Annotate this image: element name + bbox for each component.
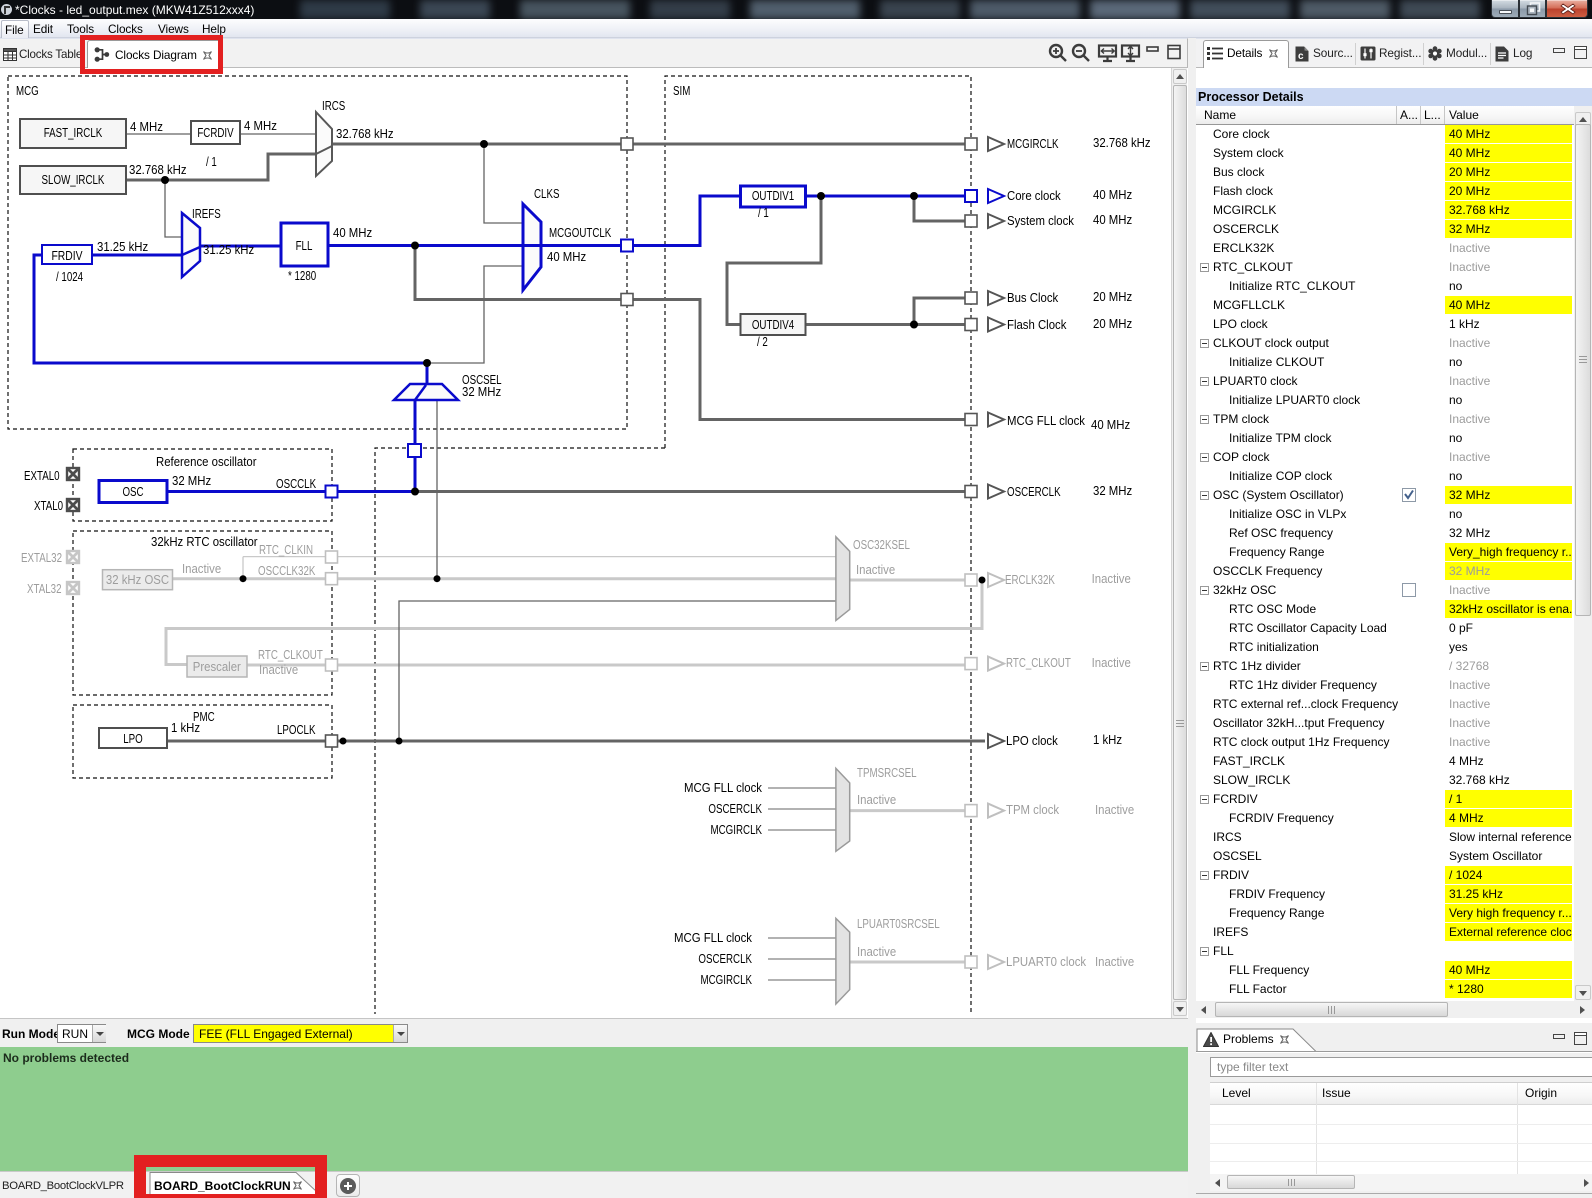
svg-text:32kHz RTC oscillator: 32kHz RTC oscillator	[151, 535, 258, 549]
svg-text:ERCLK32K: ERCLK32K	[1005, 573, 1055, 587]
svg-text:IRCS: IRCS	[322, 99, 345, 113]
svg-text:/ 1: / 1	[206, 155, 217, 169]
svg-text:SLOW_IRCLK: SLOW_IRCLK	[42, 173, 105, 187]
svg-text:LPUART0 clock: LPUART0 clock	[1006, 955, 1087, 969]
svg-text:Inactive: Inactive	[1092, 572, 1131, 586]
svg-text:OSCERCLK: OSCERCLK	[708, 802, 762, 816]
svg-text:EXTAL32: EXTAL32	[21, 551, 62, 565]
svg-text:LPOCLK: LPOCLK	[277, 723, 316, 737]
svg-text:20 MHz: 20 MHz	[1093, 317, 1132, 331]
svg-text:Inactive: Inactive	[182, 562, 221, 576]
svg-text:32 MHz: 32 MHz	[1093, 484, 1132, 498]
svg-text:32 MHz: 32 MHz	[172, 474, 211, 488]
svg-text:32.768 kHz: 32.768 kHz	[129, 163, 187, 177]
svg-text:MCG FLL clock: MCG FLL clock	[684, 781, 763, 795]
svg-text:OSCERCLK: OSCERCLK	[1007, 485, 1061, 499]
svg-text:OSCCLK: OSCCLK	[276, 477, 317, 491]
svg-text:40 MHz: 40 MHz	[547, 250, 586, 264]
svg-text:OSCCLK32K: OSCCLK32K	[258, 564, 316, 578]
svg-text:TPMSRCSEL: TPMSRCSEL	[857, 766, 917, 780]
svg-text:XTAL0: XTAL0	[34, 499, 63, 513]
svg-text:FRDIV: FRDIV	[52, 249, 84, 263]
svg-text:MCGIRCLK: MCGIRCLK	[711, 823, 763, 837]
svg-text:CLKS: CLKS	[534, 187, 560, 201]
svg-text:40 MHz: 40 MHz	[333, 226, 372, 240]
svg-text:32 kHz OSC: 32 kHz OSC	[106, 573, 169, 587]
svg-text:Core clock: Core clock	[1007, 189, 1061, 203]
svg-text:OUTDIV4: OUTDIV4	[752, 318, 794, 332]
svg-text:MCGOUTCLK: MCGOUTCLK	[549, 226, 612, 240]
svg-text:/ 1: / 1	[758, 206, 769, 220]
svg-text:Reference oscillator: Reference oscillator	[156, 455, 257, 469]
svg-text:Inactive: Inactive	[857, 945, 896, 959]
svg-text:OSC32KSEL: OSC32KSEL	[853, 538, 910, 552]
svg-text:RTC_CLKOUT: RTC_CLKOUT	[258, 648, 323, 662]
svg-text:System clock: System clock	[1007, 214, 1075, 228]
svg-text:OUTDIV1: OUTDIV1	[752, 189, 794, 203]
svg-text:EXTAL0: EXTAL0	[24, 469, 60, 483]
svg-text:RTC_CLKIN: RTC_CLKIN	[259, 543, 313, 557]
svg-text:31.25 kHz: 31.25 kHz	[97, 240, 148, 254]
svg-text:IREFS: IREFS	[192, 207, 221, 221]
svg-text:MCG FLL clock: MCG FLL clock	[674, 931, 753, 945]
svg-text:32.768 kHz: 32.768 kHz	[336, 127, 394, 141]
svg-text:1 kHz: 1 kHz	[1093, 733, 1122, 747]
svg-text:c: c	[1298, 51, 1304, 62]
svg-text:LPO clock: LPO clock	[1006, 734, 1058, 748]
svg-text:Inactive: Inactive	[1095, 955, 1134, 969]
svg-text:MCG FLL clock: MCG FLL clock	[1007, 414, 1086, 428]
svg-text:LPO: LPO	[123, 732, 143, 746]
svg-text:Inactive: Inactive	[1095, 803, 1134, 817]
svg-text:/ 2: / 2	[757, 335, 768, 349]
svg-text:40 MHz: 40 MHz	[1093, 213, 1132, 227]
svg-text:Bus Clock: Bus Clock	[1007, 291, 1059, 305]
svg-text:TPM clock: TPM clock	[1006, 803, 1060, 817]
svg-text:MCG: MCG	[16, 84, 39, 98]
svg-text:RTC_CLKOUT: RTC_CLKOUT	[1006, 656, 1071, 670]
svg-text:32 MHz: 32 MHz	[462, 385, 501, 399]
svg-text:SIM: SIM	[673, 84, 690, 98]
svg-text:FLL: FLL	[296, 239, 313, 253]
svg-text:Flash Clock: Flash Clock	[1007, 318, 1067, 332]
svg-text:Inactive: Inactive	[857, 793, 896, 807]
svg-text:LPUART0SRCSEL: LPUART0SRCSEL	[857, 917, 940, 931]
svg-text:40 MHz: 40 MHz	[1093, 188, 1132, 202]
svg-text:Inactive: Inactive	[1092, 656, 1131, 670]
svg-text:MCGIRCLK: MCGIRCLK	[701, 973, 753, 987]
svg-text:40 MHz: 40 MHz	[1091, 418, 1130, 432]
svg-text:OSC: OSC	[122, 485, 143, 499]
svg-text:FCRDIV: FCRDIV	[197, 126, 234, 140]
svg-text:32.768 kHz: 32.768 kHz	[1093, 136, 1151, 150]
svg-text:XTAL32: XTAL32	[27, 582, 62, 596]
svg-text:* 1280: * 1280	[288, 269, 316, 283]
svg-text:Inactive: Inactive	[856, 563, 895, 577]
svg-text:20 MHz: 20 MHz	[1093, 290, 1132, 304]
svg-text:MCGIRCLK: MCGIRCLK	[1007, 137, 1059, 151]
svg-text:OSCERCLK: OSCERCLK	[698, 952, 752, 966]
svg-text:1 kHz: 1 kHz	[171, 721, 200, 735]
svg-text:/ 1024: / 1024	[56, 270, 83, 284]
svg-text:Inactive: Inactive	[259, 663, 298, 677]
svg-text:FAST_IRCLK: FAST_IRCLK	[44, 126, 103, 140]
svg-text:4 MHz: 4 MHz	[244, 119, 277, 133]
svg-text:31.25 kHz: 31.25 kHz	[203, 243, 254, 257]
svg-text:Prescaler: Prescaler	[193, 660, 241, 674]
svg-text:4 MHz: 4 MHz	[130, 120, 163, 134]
